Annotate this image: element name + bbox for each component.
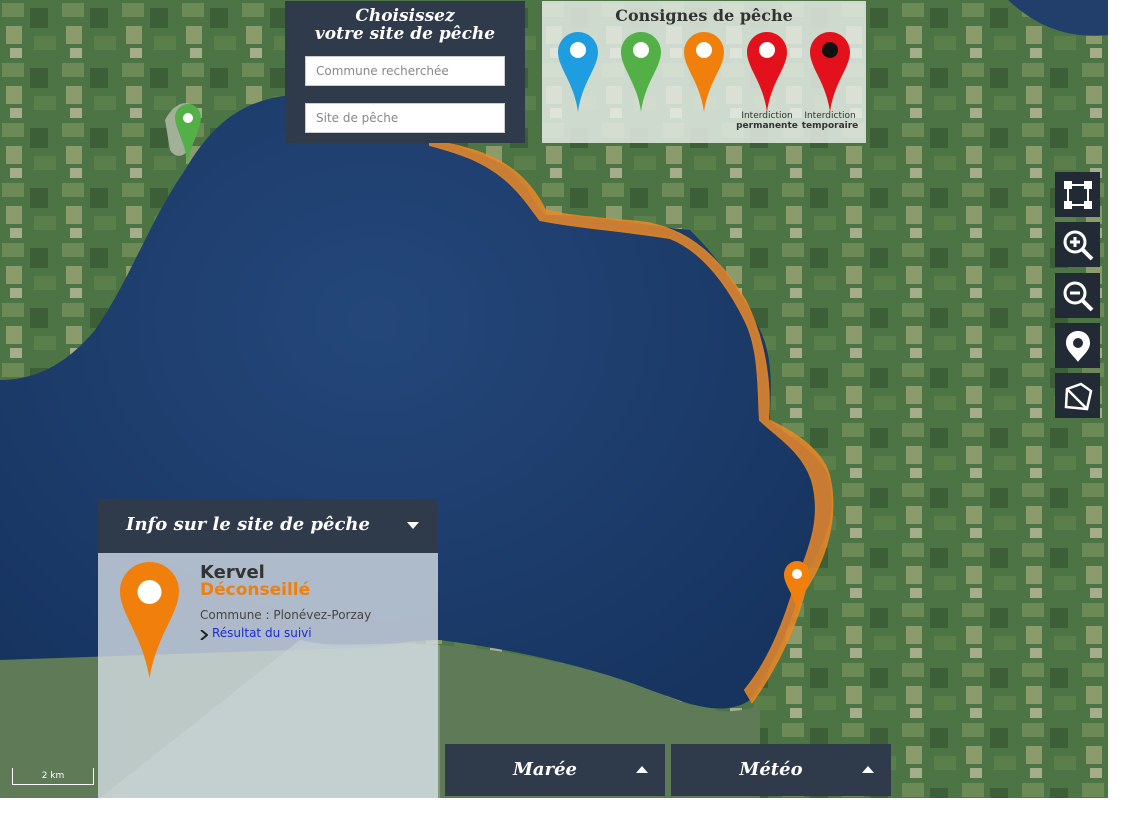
scale-bar: 2 km	[12, 768, 94, 785]
zoom-in-button[interactable]	[1055, 222, 1100, 267]
site-info-header[interactable]: Info sur le site de pêche	[98, 499, 438, 553]
pin-deconseille-icon	[684, 32, 724, 112]
maree-label: Marée	[513, 759, 577, 780]
legend-caption-temporaire: Interdiction temporaire	[790, 111, 870, 131]
zoom-out-icon	[1063, 281, 1093, 311]
map-marker-deconseille-icon[interactable]	[784, 561, 810, 613]
result-link[interactable]: Résultat du suivi	[212, 626, 312, 640]
pin-interdit-temporaire-icon	[810, 32, 850, 112]
caption-line2: temporaire	[801, 121, 859, 131]
map-marker-tolere-icon[interactable]	[175, 104, 201, 166]
chevron-up-icon	[636, 766, 648, 773]
site-commune: Commune : Plonévez-Porzay	[200, 608, 372, 622]
site-info-panel: Info sur le site de pêche Kervel Déconse…	[98, 499, 438, 798]
chevron-up-icon	[862, 766, 874, 773]
site-info-body: Kervel Déconseillé Commune : Plonévez-Po…	[98, 553, 438, 798]
commune-search-input[interactable]	[305, 56, 505, 86]
caption-line2: permanente	[736, 121, 798, 131]
chevron-right-icon	[200, 630, 208, 640]
choose-title-line1: Choisissez	[355, 6, 455, 26]
maree-button[interactable]: Marée	[445, 744, 665, 796]
pin-tolere-icon	[621, 32, 661, 112]
locate-pin-icon	[1065, 330, 1090, 362]
pin-deconseille-large-icon	[120, 562, 179, 678]
map-layers-button[interactable]	[1055, 373, 1100, 418]
pin-autorise-icon	[558, 32, 598, 112]
site-info-title: Info sur le site de pêche	[126, 514, 370, 535]
locate-button[interactable]	[1055, 323, 1100, 368]
zoom-extent-icon	[1063, 180, 1092, 209]
meteo-label: Météo	[739, 759, 803, 780]
site-status: Déconseillé	[200, 580, 311, 600]
site-search-input[interactable]	[305, 103, 505, 133]
legend-panel: Consignes de pêche Interdiction permanen…	[542, 1, 866, 143]
zoom-out-button[interactable]	[1055, 273, 1100, 318]
pin-interdit-icon	[747, 32, 787, 112]
meteo-button[interactable]: Météo	[671, 744, 891, 796]
zoom-in-icon	[1063, 230, 1093, 260]
zoom-extent-button[interactable]	[1055, 172, 1100, 217]
chevron-down-icon[interactable]	[407, 522, 419, 530]
legend-title: Consignes de pêche	[615, 6, 793, 25]
caption-line1: Interdiction	[804, 111, 856, 121]
choose-site-panel: Choisissez votre site de pêche	[285, 1, 525, 143]
choose-title: Choisissez votre site de pêche	[285, 7, 525, 43]
choose-title-line2: votre site de pêche	[314, 24, 496, 44]
map-layers-icon	[1064, 382, 1092, 410]
